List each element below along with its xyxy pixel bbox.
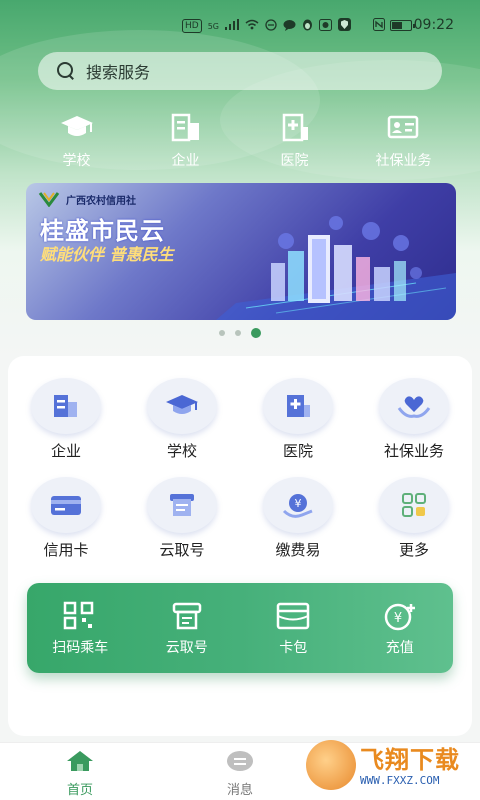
service-more[interactable]: 更多 (356, 477, 472, 560)
status-bar: HD 5G 09:22 (0, 0, 480, 50)
network-5g-icon: 5G (207, 21, 219, 31)
watermark-logo-icon (306, 740, 356, 790)
tab-label: 首页 (66, 783, 93, 798)
clock: 09:22 (413, 17, 454, 33)
shortcut-label: 云取号 (165, 640, 208, 656)
qr-scan-icon (62, 601, 98, 631)
service-label: 企业 (50, 442, 81, 460)
signal-icon (225, 19, 239, 33)
service-label: 信用卡 (43, 541, 89, 559)
grid-more-icon (379, 477, 449, 533)
carousel-indicator (0, 328, 480, 338)
graduation-cap-icon (147, 378, 217, 434)
service-hospital[interactable]: 医院 (240, 378, 356, 461)
battery-icon (390, 20, 415, 31)
nfc-icon (373, 18, 385, 34)
banner-subtitle: 赋能伙伴 普惠民生 (40, 245, 174, 264)
shortcut-recharge[interactable]: ¥ 充值 (355, 601, 445, 673)
service-grid: 企业 学校 医院 社保业务 信用卡 云取号 ¥ 缴费易 更多 (8, 378, 472, 560)
carousel-dot[interactable] (219, 330, 225, 336)
shortcut-scan-ride[interactable]: 扫码乘车 (35, 601, 125, 673)
building-icon (31, 378, 101, 434)
rural-credit-logo-icon (38, 192, 60, 207)
tab-home[interactable]: 首页 (40, 749, 120, 798)
svg-text:¥: ¥ (394, 611, 402, 626)
shortcut-strip: 扫码乘车 云取号 卡包 ¥ 充值 (27, 583, 453, 673)
service-payment[interactable]: ¥ 缴费易 (240, 477, 356, 560)
shortcut-label: 卡包 (279, 640, 308, 656)
notification-icon (265, 18, 277, 34)
service-label: 医院 (282, 442, 313, 460)
building-icon (168, 112, 204, 142)
search-placeholder: 搜索服务 (86, 63, 151, 82)
service-label: 学校 (166, 442, 197, 460)
watermark: 飞翔下载 WWW.FXXZ.COM (302, 738, 472, 796)
banner-org: 广西农村信用社 (38, 191, 136, 207)
hd-badge: HD (182, 19, 202, 33)
service-label: 社保业务 (383, 442, 444, 460)
home-icon (67, 751, 93, 771)
promo-banner[interactable]: 广西农村信用社 桂盛市民云 赋能伙伴 普惠民生 (26, 183, 456, 320)
shortcut-label: 充值 (385, 640, 414, 656)
quick-links: 学校 企业 医院 社保业务 (0, 112, 480, 170)
svg-text:¥: ¥ (295, 497, 302, 510)
watermark-title: 飞翔下载 (360, 746, 460, 774)
search-icon (56, 61, 76, 81)
message-icon (227, 751, 253, 771)
banner-org-name: 广西农村信用社 (66, 195, 136, 207)
heart-hands-icon (379, 378, 449, 434)
carousel-dot-active[interactable] (251, 328, 261, 338)
chat-app-icon (283, 19, 296, 34)
status-icons: HD 5G (182, 18, 385, 34)
service-credit-card[interactable]: 信用卡 (8, 477, 124, 560)
quick-link-label: 企业 (171, 153, 200, 169)
wifi-icon (245, 19, 259, 33)
yuan-plus-icon: ¥ (382, 601, 418, 631)
ticket-icon (147, 477, 217, 533)
shortcut-label: 扫码乘车 (52, 640, 109, 656)
tab-messages[interactable]: 消息 (200, 749, 280, 798)
service-social-security[interactable]: 社保业务 (356, 378, 472, 461)
quick-link-hospital[interactable]: 医院 (250, 112, 340, 170)
quick-link-label: 社保业务 (375, 153, 432, 169)
service-label: 更多 (398, 541, 429, 559)
penguin-icon (302, 19, 313, 34)
app-notification-icon (319, 18, 332, 34)
battery-level (392, 22, 403, 29)
carousel-dot[interactable] (235, 330, 241, 336)
quick-link-social-security[interactable]: 社保业务 (359, 112, 449, 170)
search-bar[interactable]: 搜索服务 (38, 52, 442, 90)
hospital-icon (263, 378, 333, 434)
id-card-icon (386, 112, 422, 142)
services-card: 企业 学校 医院 社保业务 信用卡 云取号 ¥ 缴费易 更多 扫码乘车 云取号 … (8, 356, 472, 736)
tab-label: 消息 (226, 783, 253, 798)
graduation-cap-icon (59, 112, 95, 142)
service-enterprise[interactable]: 企业 (8, 378, 124, 461)
service-school[interactable]: 学校 (124, 378, 240, 461)
service-label: 云取号 (159, 541, 205, 559)
ticket-icon (169, 601, 205, 631)
credit-card-icon (31, 477, 101, 533)
service-cloud-ticket[interactable]: 云取号 (124, 477, 240, 560)
payment-icon: ¥ (263, 477, 333, 533)
service-label: 缴费易 (275, 541, 321, 559)
city-skyline-illustration (216, 216, 456, 320)
shield-app-icon (338, 18, 351, 34)
wallet-icon (275, 601, 311, 631)
shortcut-card-wallet[interactable]: 卡包 (248, 601, 338, 673)
quick-link-school[interactable]: 学校 (32, 112, 122, 170)
shortcut-cloud-ticket[interactable]: 云取号 (142, 601, 232, 673)
quick-link-enterprise[interactable]: 企业 (141, 112, 231, 170)
quick-link-label: 医院 (280, 153, 309, 169)
quick-link-label: 学校 (62, 153, 91, 169)
hospital-icon (277, 112, 313, 142)
watermark-url: WWW.FXXZ.COM (360, 774, 440, 787)
